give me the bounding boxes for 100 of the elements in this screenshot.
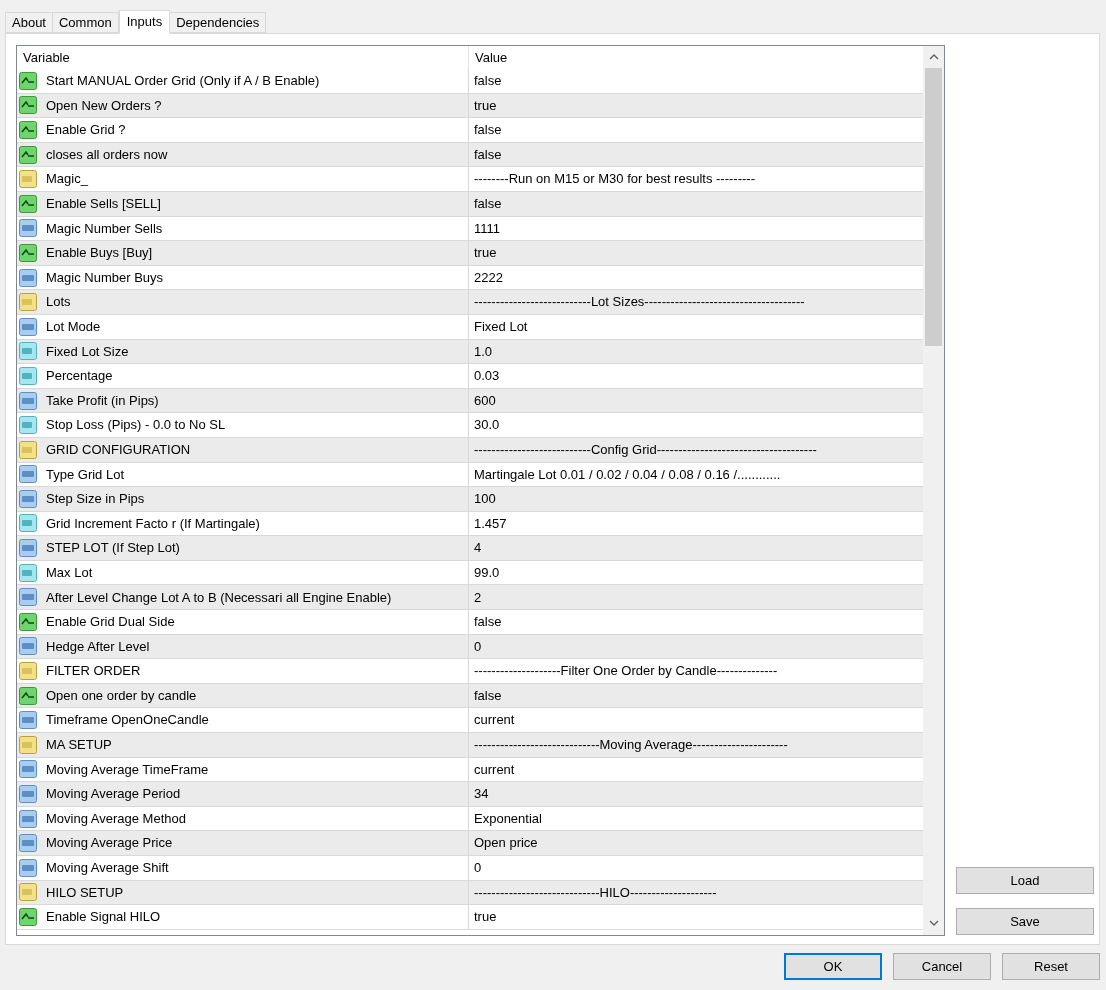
variable-value: true xyxy=(474,908,497,927)
variable-name: Take Profit (in Pips) xyxy=(46,391,159,410)
table-row[interactable]: Magic_ --------Run on M15 or M30 for best results --------- xyxy=(17,167,923,192)
side-button[interactable]: Save xyxy=(956,908,1094,935)
variable-value: 34 xyxy=(474,785,489,804)
variable-name: Lot Mode xyxy=(46,318,101,336)
variable-name: closes all orders now xyxy=(46,145,168,164)
variable-value: ---------------------------Config Grid------------------------------------- xyxy=(474,440,817,459)
table-row[interactable]: Open one order by candle false xyxy=(17,683,923,709)
table-row[interactable]: GRID CONFIGURATION ---------------------------Config Grid------------------------------------- xyxy=(17,437,923,463)
variable-name: Stop Loss (Pips) - 0.0 to No SL xyxy=(46,416,226,435)
table-row[interactable]: Enable Grid Dual Side false xyxy=(17,610,923,635)
variable-value: 1111 xyxy=(474,219,501,238)
variable-value: Martingale Lot 0.01 / 0.02 / 0.04 / 0.08 / 0.16 /............ xyxy=(474,465,781,484)
table-row[interactable]: Moving Average Shift 0 xyxy=(17,856,923,881)
variable-value: 600 xyxy=(474,391,496,410)
table-row[interactable]: Enable Sells [SELL] false xyxy=(17,191,923,217)
variable-value: --------------------Filter One Order by Candle-------------- xyxy=(474,662,778,681)
table-row[interactable]: Lots ---------------------------Lot Sizes------------------------------------- xyxy=(17,290,923,315)
variable-value: 4 xyxy=(474,539,482,558)
table-row[interactable]: Moving Average Price Open price xyxy=(17,831,923,856)
variable-value: false xyxy=(474,72,502,91)
variable-value: false xyxy=(474,613,502,632)
variable-value: false xyxy=(474,195,502,213)
variable-value: Open price xyxy=(474,834,538,853)
variable-name: Percentage xyxy=(46,367,113,386)
variable-name: Enable Grid ? xyxy=(46,121,126,140)
tab[interactable]: Common xyxy=(52,12,119,33)
table-row[interactable]: Moving Average TimeFrame current xyxy=(17,757,923,783)
variable-value: 99.0 xyxy=(474,563,500,582)
table-row[interactable]: Enable Buys [Buy] true xyxy=(17,241,923,266)
variable-value: -----------------------------HILO-------------------- xyxy=(474,883,717,902)
table-row[interactable]: Moving Average Period 34 xyxy=(17,782,923,807)
dialog-button[interactable]: Reset xyxy=(1002,953,1100,980)
tab[interactable]: Dependencies xyxy=(169,12,267,33)
table-row[interactable]: Type Grid Lot Martingale Lot 0.01 / 0.02 / 0.04 / 0.08 / 0.16 /............ xyxy=(17,462,923,488)
table-row[interactable]: Enable Signal HILO true xyxy=(17,905,923,930)
table-row[interactable]: Stop Loss (Pips) - 0.0 to No SL 30.0 xyxy=(17,413,923,438)
table-row[interactable]: Fixed Lot Size 1.0 xyxy=(17,339,923,365)
tab[interactable]: Inputs xyxy=(118,10,171,34)
variable-value: false xyxy=(474,121,502,140)
dialog-button[interactable]: OK xyxy=(784,953,882,980)
table-row[interactable]: Hedge After Level 0 xyxy=(17,634,923,660)
variable-name: Enable Sells [SELL] xyxy=(46,195,161,213)
variable-value: true xyxy=(474,96,497,115)
table-row[interactable]: MA SETUP -----------------------------Moving Average---------------------- xyxy=(17,733,923,758)
table-row[interactable]: Timeframe OpenOneCandle current xyxy=(17,708,923,734)
variable-name: Enable Buys [Buy] xyxy=(46,244,153,263)
variable-value: 2 xyxy=(474,588,482,607)
variable-name: Open New Orders ? xyxy=(46,96,162,115)
variable-name: HILO SETUP xyxy=(46,883,124,902)
variable-name: Fixed Lot Size xyxy=(46,342,129,361)
variable-value: 100 xyxy=(474,490,496,509)
table-row[interactable]: FILTER ORDER --------------------Filter One Order by Candle-------------- xyxy=(17,659,923,684)
variable-name: Moving Average TimeFrame xyxy=(46,760,209,779)
table-row[interactable]: STEP LOT (If Step Lot) 4 xyxy=(17,536,923,561)
table-row[interactable]: Magic Number Sells 1111 xyxy=(17,216,923,242)
variable-value: current xyxy=(474,760,515,779)
table-row[interactable]: Magic Number Buys 2222 xyxy=(17,265,923,291)
dialog-button[interactable]: Cancel xyxy=(893,953,991,980)
variable-value: 1.457 xyxy=(474,514,507,533)
table-row[interactable]: Open New Orders ? true xyxy=(17,93,923,119)
variable-value: false xyxy=(474,145,502,164)
table-row[interactable]: HILO SETUP -----------------------------HILO-------------------- xyxy=(17,880,923,906)
table-row[interactable]: closes all orders now false xyxy=(17,142,923,168)
variable-name: MA SETUP xyxy=(46,736,112,755)
table-row[interactable]: Max Lot 99.0 xyxy=(17,560,923,586)
tab[interactable]: About xyxy=(5,12,53,33)
table-row[interactable]: Lot Mode Fixed Lot xyxy=(17,314,923,340)
table-row[interactable]: Enable Grid ? false xyxy=(17,118,923,143)
variable-name: Enable Signal HILO xyxy=(46,908,161,927)
variable-name: Magic Number Buys xyxy=(46,268,164,287)
column-header[interactable]: Value xyxy=(469,46,923,69)
table-row[interactable]: Start MANUAL Order Grid (Only if A / B Enable) false xyxy=(17,69,923,94)
variable-name: FILTER ORDER xyxy=(46,662,141,681)
variable-name: After Level Change Lot A to B (Necessari all Engine Enable) xyxy=(46,588,392,607)
variable-name: Grid Increment Facto r (If Martingale) xyxy=(46,514,260,533)
variable-name: Hedge After Level xyxy=(46,637,150,656)
variable-value: current xyxy=(474,711,515,730)
variable-value: Exponential xyxy=(474,809,542,828)
table-row[interactable]: Percentage 0.03 xyxy=(17,364,923,389)
table-row[interactable]: Step Size in Pips 100 xyxy=(17,487,923,512)
variable-value: 1.0 xyxy=(474,342,493,361)
variable-name: GRID CONFIGURATION xyxy=(46,440,191,459)
table-row[interactable]: Grid Increment Facto r (If Martingale) 1.457 xyxy=(17,511,923,537)
variable-name: Enable Grid Dual Side xyxy=(46,613,175,632)
variable-name: Step Size in Pips xyxy=(46,490,145,509)
variable-name: Timeframe OpenOneCandle xyxy=(46,711,209,730)
table-row[interactable]: After Level Change Lot A to B (Necessari all Engine Enable) 2 xyxy=(17,585,923,611)
variable-value: 30.0 xyxy=(474,416,500,435)
variable-name: Start MANUAL Order Grid (Only if A / B Enable) xyxy=(46,72,320,91)
variable-value: ---------------------------Lot Sizes------------------------------------- xyxy=(474,293,805,312)
side-button[interactable]: Load xyxy=(956,867,1094,894)
table-row[interactable]: Take Profit (in Pips) 600 xyxy=(17,388,923,414)
variable-name: Type Grid Lot xyxy=(46,465,125,484)
variable-value: 0 xyxy=(474,637,482,656)
table-row[interactable]: Moving Average Method Exponential xyxy=(17,806,923,832)
variable-name: Lots xyxy=(46,293,71,312)
variable-value: 2222 xyxy=(474,268,503,287)
variable-name: Moving Average Method xyxy=(46,809,186,828)
